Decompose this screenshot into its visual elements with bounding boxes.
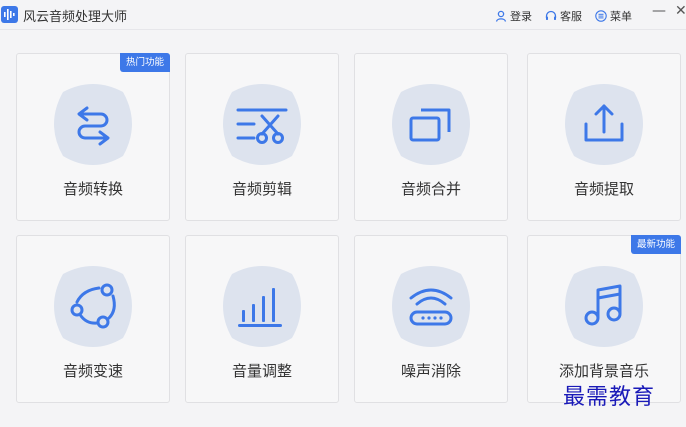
card-label: 噪声消除 xyxy=(400,362,461,380)
login-button[interactable]: 登录 xyxy=(495,8,532,24)
card-label: 音频提取 xyxy=(573,180,634,198)
extract-icon xyxy=(584,104,624,142)
card-audio-speed[interactable]: 音频变速 xyxy=(16,235,170,403)
convert-icon xyxy=(77,106,110,146)
menu-icon xyxy=(595,10,607,22)
noise-icon xyxy=(409,288,453,326)
card-audio-convert[interactable]: 音频转换 热门功能 xyxy=(16,53,170,221)
title-bar: 风云音频处理大师 登录 客服 菜单 — ✕ xyxy=(0,0,686,30)
card-label: 音频转换 xyxy=(62,180,123,198)
user-icon xyxy=(495,10,507,22)
new-feature-badge: 最新功能 xyxy=(630,235,681,254)
watermark-text: 最需教育 xyxy=(563,385,656,410)
headset-icon xyxy=(545,10,557,20)
volume-bars-icon xyxy=(238,288,282,327)
menu-button[interactable]: 菜单 xyxy=(595,8,632,24)
minimize-button[interactable]: — xyxy=(652,3,666,19)
card-volume-adjust[interactable]: 音量调整 xyxy=(185,235,339,403)
app-title: 风云音频处理大师 xyxy=(23,10,128,25)
card-label: 音量调整 xyxy=(231,362,292,380)
music-note-icon xyxy=(584,284,622,326)
menu-label: 菜单 xyxy=(610,10,632,23)
service-label: 客服 xyxy=(560,10,582,23)
card-audio-cut[interactable]: 音频剪辑 xyxy=(185,53,339,221)
card-audio-merge[interactable]: 音频合并 xyxy=(354,53,508,221)
card-label: 音频合并 xyxy=(400,180,461,198)
close-button[interactable]: ✕ xyxy=(675,3,686,19)
card-add-bgm[interactable]: 添加背景音乐 最新功能 xyxy=(527,235,681,403)
card-audio-extract[interactable]: 音频提取 xyxy=(527,53,681,221)
speed-icon xyxy=(70,283,116,329)
scissors-icon xyxy=(236,108,288,144)
merge-icon xyxy=(409,108,451,142)
service-button[interactable]: 客服 xyxy=(545,8,582,24)
card-label: 音频变速 xyxy=(62,362,123,380)
login-label: 登录 xyxy=(510,10,532,23)
app-logo-icon xyxy=(1,6,18,23)
card-noise-removal[interactable]: 噪声消除 xyxy=(354,235,508,403)
card-label: 音频剪辑 xyxy=(231,180,292,198)
hot-feature-badge: 热门功能 xyxy=(119,53,170,72)
card-label: 添加背景音乐 xyxy=(558,362,649,380)
